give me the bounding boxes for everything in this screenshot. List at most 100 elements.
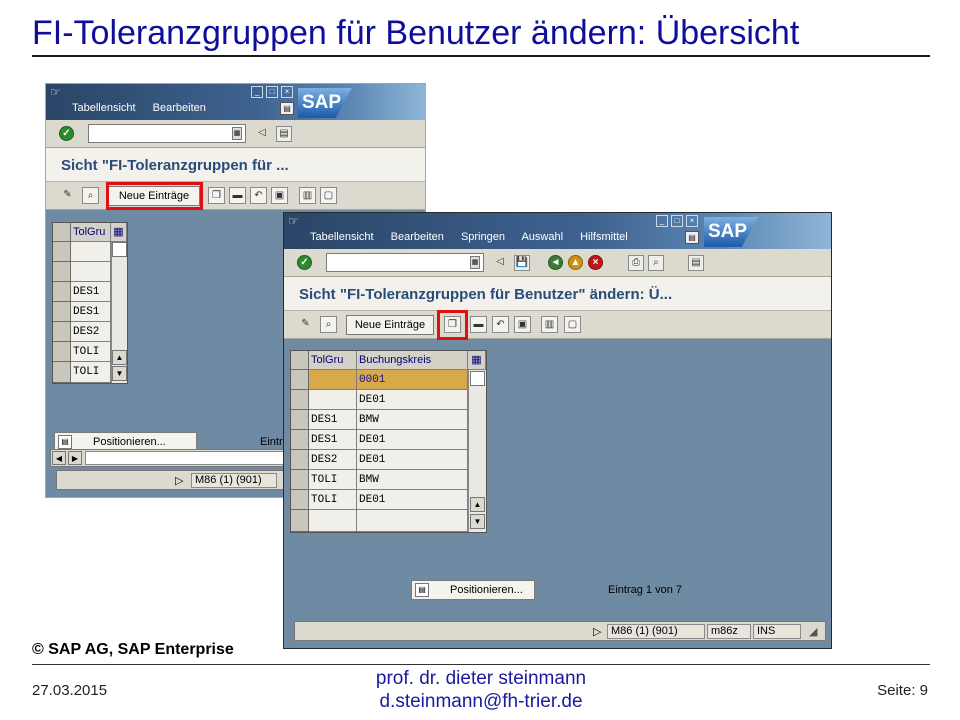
display-change-icon[interactable]: ⌕ <box>320 316 337 333</box>
local-layout-icon[interactable]: ▤ <box>688 255 704 271</box>
position-button[interactable]: ▤ Positionieren... <box>411 580 535 600</box>
menu-item-auswahl[interactable]: Auswahl <box>521 231 563 243</box>
row-selector[interactable] <box>53 302 71 322</box>
copy-icon[interactable]: ❐ <box>208 187 225 204</box>
horizontal-scrollbar[interactable]: ◀ ▶ <box>50 449 290 467</box>
cancel-icon[interactable]: × <box>588 255 603 270</box>
table-cell[interactable]: DES1 <box>309 430 357 450</box>
history-icon[interactable]: ▦ <box>232 127 242 140</box>
table-cell[interactable]: DES1 <box>309 410 357 430</box>
back-icon[interactable]: ◄ <box>548 255 563 270</box>
select-all-cell[interactable] <box>291 351 309 370</box>
table-cell[interactable]: DE01 <box>357 490 468 510</box>
row-selector[interactable] <box>291 510 309 532</box>
table-cell[interactable] <box>309 370 357 390</box>
deselect-all-icon[interactable]: ▢ <box>320 187 337 204</box>
scroll-thumb[interactable] <box>112 242 127 257</box>
scroll-up-icon[interactable]: ▲ <box>470 497 485 512</box>
column-header-buchungskreis[interactable]: Buchungskreis <box>357 351 468 370</box>
display-change-icon[interactable]: ⌕ <box>82 187 99 204</box>
enter-check-icon[interactable]: ✓ <box>59 126 74 141</box>
column-header-tolgru[interactable]: TolGru <box>71 223 111 242</box>
find-icon[interactable]: ⌕ <box>648 255 664 271</box>
print-icon[interactable]: ⎙ <box>628 255 644 271</box>
layout-menu-icon[interactable]: ▤ <box>280 102 294 115</box>
row-selector[interactable] <box>53 262 71 282</box>
close-icon[interactable]: × <box>281 86 293 98</box>
delete-icon[interactable]: ▬ <box>229 187 246 204</box>
exit-icon[interactable]: ▲ <box>568 255 583 270</box>
table-cell[interactable] <box>309 510 357 532</box>
status-toggle-icon[interactable]: ▷ <box>175 474 183 487</box>
row-selector[interactable] <box>53 242 71 262</box>
table-cell[interactable]: TOLI <box>71 362 111 383</box>
select-block-icon[interactable]: ▥ <box>541 316 558 333</box>
window-menu-icon[interactable]: ☞ <box>288 215 302 227</box>
scroll-down-icon[interactable]: ▼ <box>470 514 485 529</box>
vertical-scrollbar[interactable]: ▲ ▼ <box>111 242 127 383</box>
command-field[interactable]: ▦ <box>326 253 484 272</box>
deselect-all-icon[interactable]: ▢ <box>564 316 581 333</box>
menu-item-springen[interactable]: Springen <box>461 231 505 243</box>
menu-item-tabellensicht[interactable]: Tabellensicht <box>310 231 374 243</box>
table-cell[interactable]: DES1 <box>71 302 111 322</box>
table-cell[interactable] <box>309 390 357 410</box>
row-selector[interactable] <box>291 410 309 430</box>
select-block-icon[interactable]: ▥ <box>299 187 316 204</box>
edit-pencil-icon[interactable]: ✎ <box>59 187 76 204</box>
close-icon[interactable]: × <box>686 215 698 227</box>
table-cell[interactable]: BMW <box>357 470 468 490</box>
row-selector[interactable] <box>291 430 309 450</box>
table-cell[interactable]: DE01 <box>357 390 468 410</box>
menu-item-bearbeiten[interactable]: Bearbeiten <box>391 231 444 243</box>
table-cell[interactable] <box>71 262 111 282</box>
menu-item-tabellensicht[interactable]: Tabellensicht <box>72 102 136 114</box>
select-all-icon[interactable]: ▣ <box>271 187 288 204</box>
edit-pencil-icon[interactable]: ✎ <box>297 316 314 333</box>
row-selector[interactable] <box>53 322 71 342</box>
row-selector[interactable] <box>291 470 309 490</box>
row-selector[interactable] <box>291 490 309 510</box>
layout-menu-icon[interactable]: ▤ <box>685 231 699 244</box>
scroll-right-icon[interactable]: ▶ <box>68 451 82 465</box>
table-cell[interactable]: DES1 <box>71 282 111 302</box>
window-menu-icon[interactable]: ☞ <box>50 86 64 98</box>
status-toggle-icon[interactable]: ▷ <box>593 625 601 638</box>
table-settings-icon[interactable]: ▦ <box>111 223 127 242</box>
scroll-thumb[interactable] <box>470 371 485 386</box>
scroll-up-icon[interactable]: ▲ <box>112 350 127 365</box>
delete-icon[interactable]: ▬ <box>470 316 487 333</box>
row-selector[interactable] <box>291 390 309 410</box>
scroll-down-icon[interactable]: ▼ <box>112 366 127 381</box>
table-settings-icon[interactable]: ▦ <box>468 351 486 370</box>
table-cell[interactable]: 0001 <box>357 370 468 390</box>
history-icon[interactable]: ▦ <box>470 256 480 269</box>
row-selector[interactable] <box>291 450 309 470</box>
enter-check-icon[interactable]: ✓ <box>297 255 312 270</box>
select-all-icon[interactable]: ▣ <box>514 316 531 333</box>
table-cell[interactable]: TOLI <box>309 470 357 490</box>
table-cell[interactable]: TOLI <box>309 490 357 510</box>
scroll-track[interactable] <box>85 451 287 465</box>
save-icon[interactable]: 💾 <box>514 255 530 271</box>
minimize-icon[interactable]: _ <box>251 86 263 98</box>
row-selector[interactable] <box>53 362 71 383</box>
local-layout-icon[interactable]: ▤ <box>276 126 292 142</box>
undo-icon[interactable]: ↶ <box>250 187 267 204</box>
undo-icon[interactable]: ↶ <box>492 316 509 333</box>
scroll-left-icon[interactable]: ◀ <box>52 451 66 465</box>
maximize-icon[interactable]: □ <box>671 215 683 227</box>
table-cell[interactable] <box>357 510 468 532</box>
table-cell[interactable]: DES2 <box>309 450 357 470</box>
table-cell[interactable]: DE01 <box>357 430 468 450</box>
back-arrow-icon[interactable]: ◁ <box>492 255 508 271</box>
column-header-tolgru[interactable]: TolGru <box>309 351 357 370</box>
command-field[interactable]: ▦ <box>88 124 246 143</box>
minimize-icon[interactable]: _ <box>656 215 668 227</box>
table-cell[interactable]: BMW <box>357 410 468 430</box>
table-cell[interactable]: DE01 <box>357 450 468 470</box>
row-selector[interactable] <box>291 370 309 390</box>
new-entries-button[interactable]: Neue Einträge <box>346 315 434 335</box>
table-cell[interactable] <box>71 242 111 262</box>
table-cell[interactable]: DES2 <box>71 322 111 342</box>
